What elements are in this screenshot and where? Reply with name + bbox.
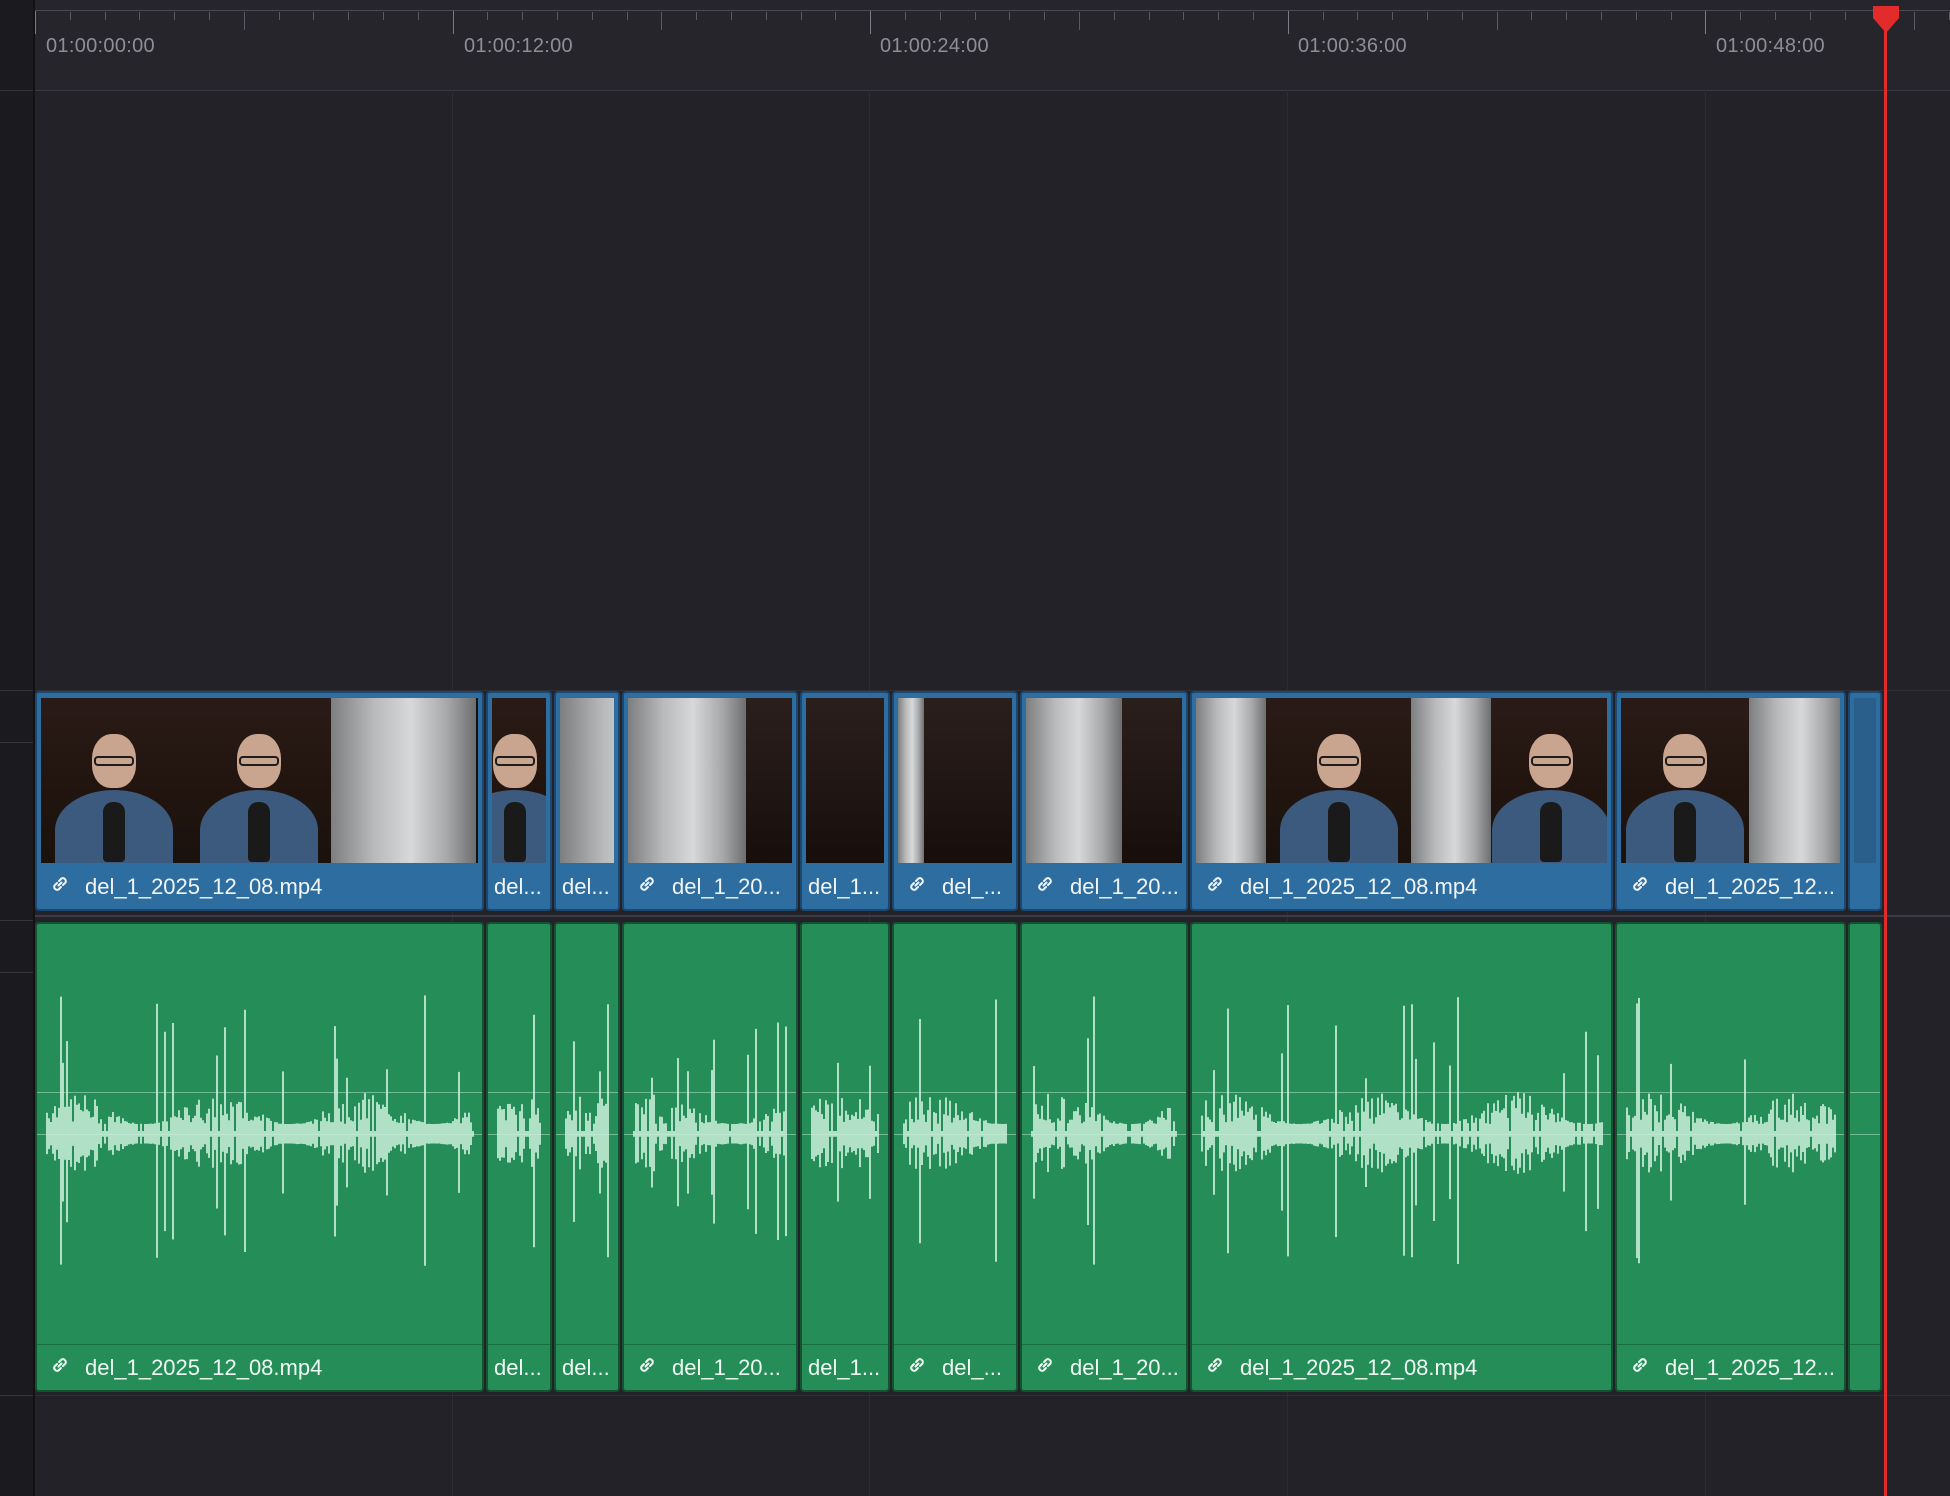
clip-thumbnails <box>898 698 1012 863</box>
link-icon <box>49 870 71 905</box>
audio-clip[interactable]: del_1_20... <box>622 922 798 1392</box>
clip-label: del_1_20... <box>630 869 790 905</box>
link-icon <box>49 1351 71 1386</box>
clip-label: del_1... <box>808 869 882 905</box>
ruler-timecode-4: 01:00:48:00 <box>1716 35 1825 57</box>
clip-name: del_1_2025_12_08.mp4 <box>85 874 323 899</box>
clip-label: del_1... <box>808 1350 882 1386</box>
ruler-timecode-3: 01:00:36:00 <box>1298 35 1407 57</box>
clip-name: del_1_2025_12_08.mp4 <box>85 1355 323 1380</box>
clip-thumbnails <box>1854 698 1876 863</box>
clip-label: del... <box>562 1350 612 1386</box>
clip-name: del_1_2025_12_08.mp4 <box>1240 1355 1478 1380</box>
video-clip[interactable]: del_1_2025_12_08.mp4 <box>35 691 484 911</box>
audio-clip[interactable] <box>1848 922 1882 1392</box>
audio-clip[interactable]: del_1... <box>800 922 890 1392</box>
link-icon <box>906 1351 928 1386</box>
timecode-ruler[interactable]: 01:00:00:00 01:00:12:00 01:00:24:00 01:0… <box>35 0 1950 91</box>
clip-label: del... <box>562 869 612 905</box>
clip-name: del_... <box>942 1355 1002 1380</box>
video-clip[interactable]: del_1_2025_12_08.mp4 <box>1190 691 1613 911</box>
ruler-timecode-1: 01:00:12:00 <box>464 35 573 57</box>
link-icon <box>1629 1351 1651 1386</box>
link-icon <box>1204 870 1226 905</box>
clip-label: del_1_2025_12_08.mp4 <box>43 1350 476 1386</box>
clip-name: del_1... <box>808 874 881 899</box>
link-icon <box>636 870 658 905</box>
audio-clip[interactable]: del_1_20... <box>1020 922 1188 1392</box>
clip-name: del_1_20... <box>672 1355 781 1380</box>
link-icon <box>1629 870 1651 905</box>
clip-thumbnails <box>1196 698 1607 863</box>
clip-name: del... <box>562 1355 610 1380</box>
video-clip[interactable]: del_1... <box>800 691 890 911</box>
playhead-line[interactable] <box>1884 10 1887 1496</box>
link-icon <box>636 1351 658 1386</box>
clip-name: del_... <box>942 874 1002 899</box>
audio-clip[interactable]: del_1_2025_12_08.mp4 <box>35 922 484 1392</box>
clip-label: del_1_2025_12... <box>1623 869 1838 905</box>
clip-thumbnails <box>1621 698 1840 863</box>
clip-label: del... <box>494 1350 544 1386</box>
clip-label: del_1_2025_12_08.mp4 <box>43 869 476 905</box>
clip-thumbnails <box>41 698 478 863</box>
link-icon <box>906 870 928 905</box>
clip-name: del_1_2025_12_08.mp4 <box>1240 874 1478 899</box>
clip-thumbnails <box>1026 698 1182 863</box>
audio-clip[interactable]: del_... <box>892 922 1018 1392</box>
video-clip[interactable] <box>1848 691 1882 911</box>
video-clip[interactable]: del_1_2025_12... <box>1615 691 1846 911</box>
audio-clip[interactable]: del... <box>486 922 552 1392</box>
ruler-timecode-2: 01:00:24:00 <box>880 35 989 57</box>
track-header-column <box>0 0 35 1496</box>
clip-thumbnails <box>628 698 792 863</box>
clip-name: del... <box>494 1355 542 1380</box>
clip-thumbnails <box>560 698 614 863</box>
clip-label: del_1_2025_12_08.mp4 <box>1198 869 1605 905</box>
video-clip[interactable]: del... <box>554 691 620 911</box>
playhead-handle[interactable] <box>1871 6 1901 34</box>
clip-name: del_1_2025_12... <box>1665 874 1836 899</box>
audio-clip[interactable]: del_1_2025_12_08.mp4 <box>1190 922 1613 1392</box>
audio-clip[interactable]: del_1_2025_12... <box>1615 922 1846 1392</box>
video-clip[interactable]: del_1_20... <box>1020 691 1188 911</box>
clip-name: del... <box>494 874 542 899</box>
video-clip[interactable]: del_1_20... <box>622 691 798 911</box>
clip-label: del_1_20... <box>630 1350 790 1386</box>
clip-thumbnails <box>492 698 546 863</box>
clip-label <box>1856 1350 1874 1386</box>
clip-name: del_1_2025_12... <box>1665 1355 1836 1380</box>
clip-label: del... <box>494 869 544 905</box>
clip-name: del_1_20... <box>1070 874 1179 899</box>
clip-label: del_... <box>900 869 1010 905</box>
clip-label <box>1856 869 1874 905</box>
link-icon <box>1034 1351 1056 1386</box>
track-divider <box>35 915 1950 917</box>
track-divider <box>35 1395 1950 1396</box>
video-clip[interactable]: del_... <box>892 691 1018 911</box>
video-clip[interactable]: del... <box>486 691 552 911</box>
clip-name: del_1... <box>808 1355 881 1380</box>
clip-thumbnails <box>806 698 884 863</box>
edit-timeline[interactable]: 01:00:00:00 01:00:12:00 01:00:24:00 01:0… <box>0 0 1950 1496</box>
ruler-ticks <box>35 10 1950 34</box>
clip-label: del_1_2025_12... <box>1623 1350 1838 1386</box>
clip-label: del_1_20... <box>1028 1350 1180 1386</box>
ruler-timecode-0: 01:00:00:00 <box>46 35 155 57</box>
link-icon <box>1034 870 1056 905</box>
clip-name: del_1_20... <box>1070 1355 1179 1380</box>
clip-label: del_... <box>900 1350 1010 1386</box>
clip-name: del_1_20... <box>672 874 781 899</box>
clip-name: del... <box>562 874 610 899</box>
link-icon <box>1204 1351 1226 1386</box>
clip-label: del_1_20... <box>1028 869 1180 905</box>
audio-clip[interactable]: del... <box>554 922 620 1392</box>
clip-label: del_1_2025_12_08.mp4 <box>1198 1350 1605 1386</box>
